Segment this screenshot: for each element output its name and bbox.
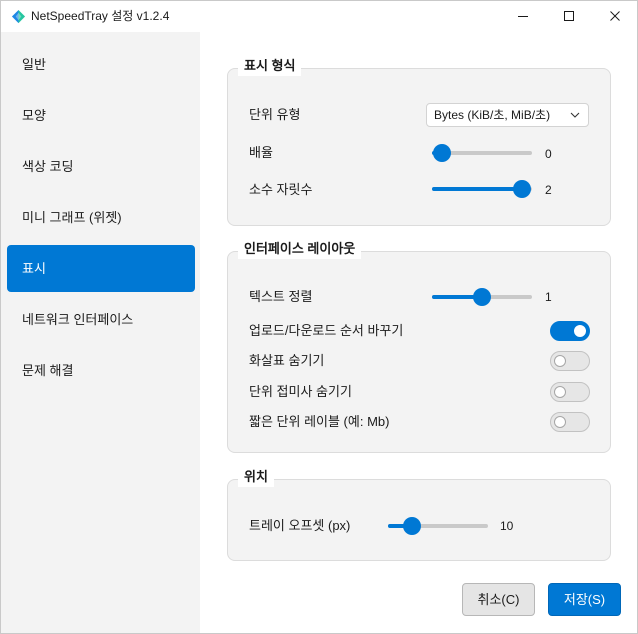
slider-handle[interactable] — [403, 517, 422, 535]
toggle-knob — [554, 355, 566, 367]
sidebar-item-network-interfaces[interactable]: 네트워크 인터페이스 — [7, 296, 195, 343]
text-alignment-label: 텍스트 정렬 — [249, 289, 313, 304]
display-format-group: 표시 형식 단위 유형 Bytes (KiB/초, MiB/초) 배율 0 소수… — [227, 56, 611, 226]
toggle-knob — [554, 386, 566, 398]
close-button[interactable] — [592, 0, 638, 32]
close-icon — [610, 11, 620, 21]
slider-handle[interactable] — [433, 144, 451, 162]
tray-offset-slider[interactable] — [388, 517, 488, 535]
toggle-knob — [574, 325, 586, 337]
hide-unit-suffix-label: 단위 접미사 숨기기 — [249, 384, 352, 399]
slider-fill — [432, 187, 522, 191]
scale-slider[interactable] — [432, 144, 532, 162]
hide-arrows-label: 화살표 숨기기 — [249, 353, 325, 368]
maximize-icon — [564, 11, 574, 21]
sidebar-item-general[interactable]: 일반 — [7, 41, 195, 88]
hide-unit-suffix-toggle[interactable] — [550, 382, 590, 402]
sidebar: 일반 모양 색상 코딩 미니 그래프 (위젯) 표시 네트워크 인터페이스 문제… — [0, 32, 200, 634]
swap-order-label: 업로드/다운로드 순서 바꾸기 — [249, 323, 404, 338]
decimal-places-slider[interactable] — [432, 180, 532, 198]
toggle-knob — [554, 416, 566, 428]
decimal-places-value: 2 — [545, 183, 552, 197]
text-alignment-value: 1 — [545, 290, 552, 304]
swap-order-toggle[interactable] — [550, 321, 590, 341]
short-unit-labels-label: 짧은 단위 레이블 (예: Mb) — [249, 414, 390, 429]
minimize-button[interactable] — [500, 0, 546, 32]
group-title: 인터페이스 레이아웃 — [238, 239, 362, 259]
short-unit-labels-toggle[interactable] — [550, 412, 590, 432]
group-title: 표시 형식 — [238, 56, 302, 76]
cancel-button[interactable]: 취소(C) — [462, 583, 535, 616]
slider-handle[interactable] — [513, 180, 531, 198]
hide-arrows-toggle[interactable] — [550, 351, 590, 371]
position-group: 위치 트레이 오프셋 (px) 10 — [227, 467, 611, 561]
settings-window: NetSpeedTray 설정 v1.2.4 일반 모양 색상 코딩 미니 그래… — [0, 0, 638, 634]
sidebar-item-color-coding[interactable]: 색상 코딩 — [7, 143, 195, 190]
scale-label: 배율 — [249, 145, 273, 160]
interface-layout-group: 인터페이스 레이아웃 텍스트 정렬 1 업로드/다운로드 순서 바꾸기 화살표 … — [227, 239, 611, 453]
tray-offset-value: 10 — [500, 519, 514, 533]
sidebar-item-display[interactable]: 표시 — [7, 245, 195, 292]
app-icon — [11, 9, 26, 24]
tray-offset-label: 트레이 오프셋 (px) — [249, 518, 351, 533]
unit-type-label: 단위 유형 — [249, 107, 301, 122]
minimize-icon — [518, 11, 528, 21]
title-bar[interactable]: NetSpeedTray 설정 v1.2.4 — [0, 0, 638, 32]
save-button[interactable]: 저장(S) — [548, 583, 621, 616]
scale-value: 0 — [545, 147, 552, 161]
maximize-button[interactable] — [546, 0, 592, 32]
window-title: NetSpeedTray 설정 v1.2.4 — [31, 9, 170, 23]
sidebar-item-troubleshooting[interactable]: 문제 해결 — [7, 347, 195, 394]
decimal-places-label: 소수 자릿수 — [249, 182, 313, 197]
unit-type-value: Bytes (KiB/초, MiB/초) — [434, 108, 551, 122]
text-alignment-slider[interactable] — [432, 288, 532, 306]
sidebar-item-appearance[interactable]: 모양 — [7, 92, 195, 139]
group-title: 위치 — [238, 467, 274, 487]
unit-type-select[interactable]: Bytes (KiB/초, MiB/초) — [426, 103, 589, 127]
slider-handle[interactable] — [473, 288, 491, 306]
sidebar-item-mini-graph[interactable]: 미니 그래프 (위젯) — [7, 194, 195, 241]
chevron-down-icon — [570, 112, 580, 118]
